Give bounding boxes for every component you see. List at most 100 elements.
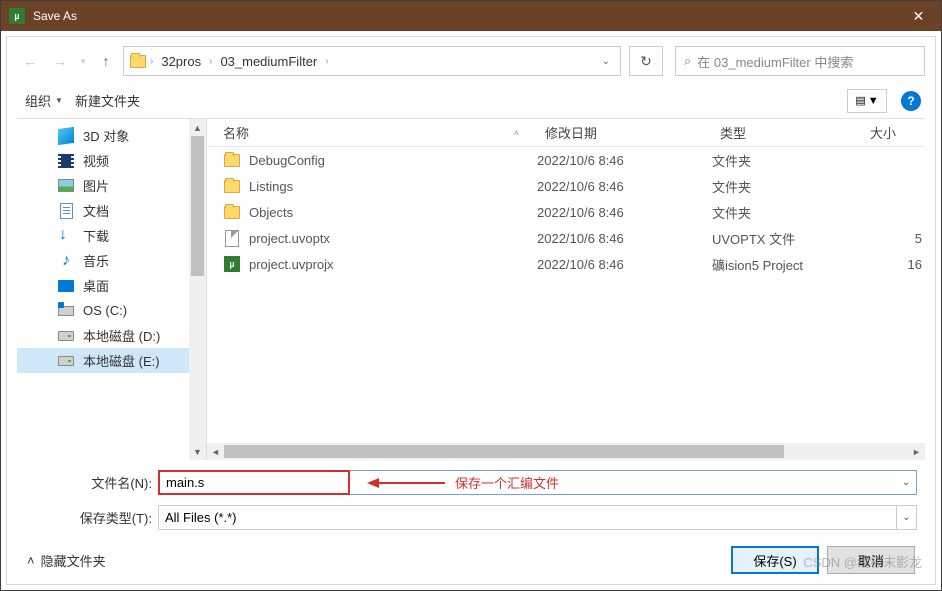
breadcrumb-item[interactable]: 03_mediumFilter: [214, 54, 323, 69]
file-icon: [223, 229, 241, 247]
organize-button[interactable]: 组织▼: [21, 87, 67, 114]
sidebar-item[interactable]: 文档: [17, 198, 206, 223]
cancel-button[interactable]: 取消: [827, 546, 915, 574]
3d-icon: [57, 127, 75, 145]
scroll-right-icon[interactable]: ►: [908, 443, 925, 460]
file-name: DebugConfig: [249, 153, 325, 168]
file-type: 文件夹: [712, 151, 862, 170]
nav-forward-button[interactable]: →: [47, 47, 73, 75]
file-size: 5: [862, 231, 922, 246]
column-name[interactable]: 名称˄: [207, 123, 537, 142]
save-button[interactable]: 保存(S): [731, 546, 819, 574]
sidebar-item[interactable]: 下载: [17, 223, 206, 248]
hide-folders-toggle[interactable]: ˄ 隐藏文件夹: [27, 551, 106, 570]
filename-label: 文件名(N):: [67, 473, 152, 492]
nav-row: ← → ▾ ↑ › 32pros › 03_mediumFilter › ⌄ ↻…: [17, 45, 925, 77]
file-type: 文件夹: [712, 203, 862, 222]
drive-icon: [57, 352, 75, 370]
sidebar-item[interactable]: 图片: [17, 173, 206, 198]
sidebar-item-label: 本地磁盘 (D:): [83, 326, 160, 345]
file-type: 文件夹: [712, 177, 862, 196]
sidebar-item-label: OS (C:): [83, 303, 127, 318]
file-name: Objects: [249, 205, 293, 220]
view-options-button[interactable]: ▤▼: [847, 89, 887, 113]
sort-indicator-icon: ˄: [514, 128, 519, 138]
sidebar-item[interactable]: 3D 对象: [17, 123, 206, 148]
filename-field-highlight: [158, 470, 350, 495]
dropdown-icon[interactable]: ⌄: [896, 477, 916, 488]
sidebar-item-label: 本地磁盘 (E:): [83, 351, 160, 370]
osdrive-icon: [57, 302, 75, 320]
close-button[interactable]: ✕: [896, 1, 941, 31]
file-type: 礦ision5 Project: [712, 255, 862, 274]
sidebar-item[interactable]: OS (C:): [17, 298, 206, 323]
new-folder-button[interactable]: 新建文件夹: [71, 87, 144, 114]
toolbar: 组织▼ 新建文件夹 ▤▼ ?: [17, 83, 925, 119]
dropdown-icon[interactable]: ⌄: [896, 506, 916, 529]
sidebar-item-label: 文档: [83, 201, 109, 220]
refresh-button[interactable]: ↻: [629, 46, 663, 76]
scroll-down-icon[interactable]: ▼: [189, 443, 206, 460]
file-name: Listings: [249, 179, 293, 194]
breadcrumb-item[interactable]: 32pros: [155, 54, 207, 69]
sidebar-item[interactable]: 视频: [17, 148, 206, 173]
sidebar-item[interactable]: 本地磁盘 (E:): [17, 348, 206, 373]
chevron-up-icon: ˄: [27, 553, 35, 568]
chevron-right-icon: ›: [325, 56, 328, 67]
file-list: DebugConfig2022/10/6 8:46文件夹Listings2022…: [207, 147, 925, 443]
nav-history-dropdown[interactable]: ▾: [77, 56, 89, 67]
breadcrumb-bar[interactable]: › 32pros › 03_mediumFilter › ⌄: [123, 46, 621, 76]
file-date: 2022/10/6 8:46: [537, 153, 712, 168]
sidebar-item-label: 3D 对象: [83, 126, 129, 145]
video-icon: [57, 152, 75, 170]
folder-icon: [223, 151, 241, 169]
filetype-label: 保存类型(T):: [67, 508, 152, 527]
sidebar-item-label: 视频: [83, 151, 109, 170]
sidebar: 3D 对象视频图片文档下载 ♪ 音乐桌面 OS (C:) 本地磁盘 (D:) 本地磁盘 (…: [17, 119, 207, 460]
horizontal-scrollbar[interactable]: ◄ ►: [207, 443, 925, 460]
nav-up-button[interactable]: ↑: [93, 47, 119, 75]
drive-icon: [57, 327, 75, 345]
music-icon: ♪: [57, 252, 75, 270]
nav-back-button[interactable]: ←: [17, 47, 43, 75]
scroll-left-icon[interactable]: ◄: [207, 443, 224, 460]
sidebar-item[interactable]: 桌面: [17, 273, 206, 298]
file-name: project.uvoptx: [249, 231, 330, 246]
file-row[interactable]: Objects 2022/10/6 8:46文件夹: [207, 199, 925, 225]
file-date: 2022/10/6 8:46: [537, 205, 712, 220]
file-size: 16: [862, 257, 922, 272]
file-row[interactable]: project.uvoptx2022/10/6 8:46UVOPTX 文件5: [207, 225, 925, 251]
file-row[interactable]: µproject.uvprojx2022/10/6 8:46礦ision5 Pr…: [207, 251, 925, 277]
sidebar-item-label: 音乐: [83, 251, 109, 270]
scroll-up-icon[interactable]: ▲: [189, 119, 206, 136]
help-button[interactable]: ?: [901, 91, 921, 111]
column-date[interactable]: 修改日期: [537, 123, 712, 142]
sidebar-item[interactable]: 本地磁盘 (D:): [17, 323, 206, 348]
search-placeholder: 在 03_mediumFilter 中搜索: [697, 52, 853, 71]
folder-icon: [128, 51, 148, 71]
scroll-thumb[interactable]: [191, 136, 204, 276]
filename-field-rest[interactable]: ⌄: [350, 470, 917, 495]
file-pane: 名称˄ 修改日期 类型 大小 DebugConfig 2022/10/6 8:46…: [207, 119, 925, 460]
save-as-dialog: µ Save As ✕ ← → ▾ ↑ › 32pros › 03_medium…: [0, 0, 942, 591]
path-dropdown-icon[interactable]: ⌄: [596, 56, 616, 67]
sidebar-item[interactable]: ♪ 音乐: [17, 248, 206, 273]
scroll-thumb[interactable]: [224, 445, 784, 458]
file-row[interactable]: DebugConfig 2022/10/6 8:46文件夹: [207, 147, 925, 173]
filename-input[interactable]: [160, 472, 348, 493]
desktop-icon: [57, 277, 75, 295]
search-icon: ⌕: [684, 53, 691, 69]
filetype-select[interactable]: ⌄: [158, 505, 917, 530]
pictures-icon: [57, 177, 75, 195]
file-row[interactable]: Listings2022/10/6 8:46文件夹: [207, 173, 925, 199]
folder-icon: [223, 177, 241, 195]
file-type: UVOPTX 文件: [712, 229, 862, 248]
downloads-icon: [57, 227, 75, 245]
search-input[interactable]: ⌕ 在 03_mediumFilter 中搜索: [675, 46, 925, 76]
app-icon: µ: [9, 8, 25, 24]
file-date: 2022/10/6 8:46: [537, 257, 712, 272]
column-type[interactable]: 类型: [712, 123, 862, 142]
column-size[interactable]: 大小: [862, 123, 922, 142]
sidebar-scrollbar[interactable]: ▲ ▼: [189, 119, 206, 460]
documents-icon: [57, 202, 75, 220]
